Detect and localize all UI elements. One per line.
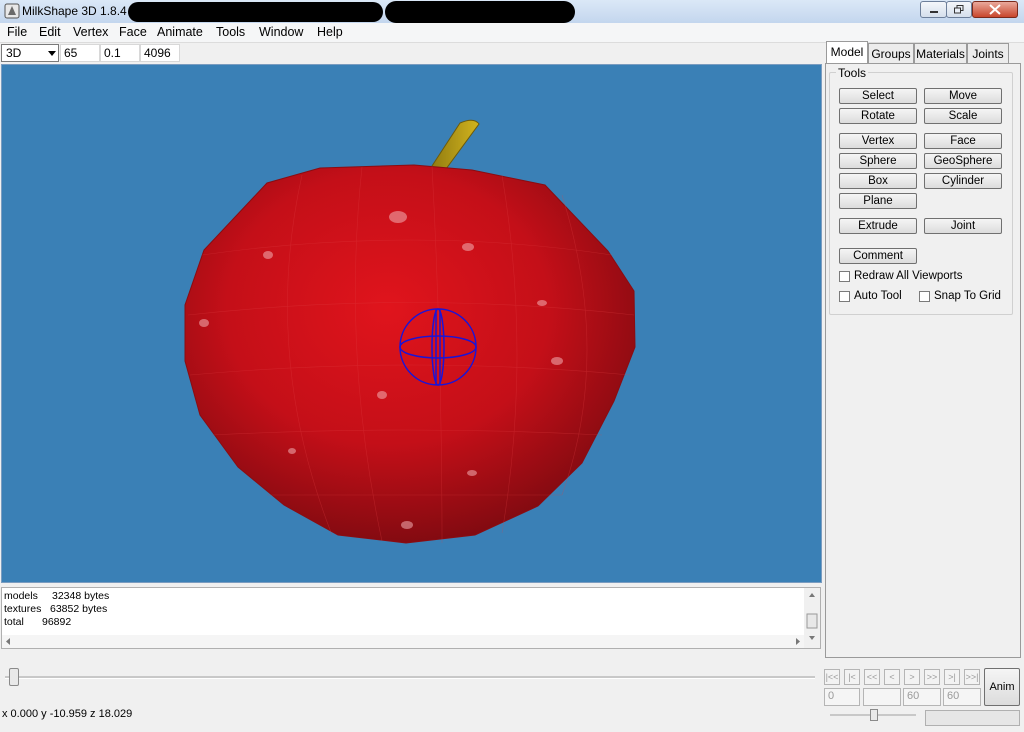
tab-model[interactable]: Model <box>826 41 868 64</box>
menu-file[interactable]: File <box>7 25 27 39</box>
toolbar-field-2[interactable]: 0.1 <box>100 44 140 62</box>
tab-groups[interactable]: Groups <box>868 43 914 63</box>
snap-to-grid-checkbox[interactable] <box>919 291 930 302</box>
tab-materials[interactable]: Materials <box>914 43 967 63</box>
current-frame-field[interactable]: 0 <box>824 688 860 706</box>
toolbar-field-3-value: 4096 <box>144 46 171 60</box>
menu-face[interactable]: Face <box>119 25 147 39</box>
close-button[interactable] <box>972 1 1018 18</box>
previous-key-button[interactable]: |< <box>844 669 860 685</box>
last-frame-button[interactable]: >>| <box>964 669 980 685</box>
log-value-models: 32348 bytes <box>52 590 110 602</box>
redraw-all-viewports-label: Redraw All Viewports <box>854 270 963 282</box>
snap-to-grid-label: Snap To Grid <box>934 290 1001 302</box>
log-vertical-scrollbar[interactable] <box>804 588 820 648</box>
apple-model-render <box>184 119 636 544</box>
view-mode-value: 3D <box>6 46 22 60</box>
move-button[interactable]: Move <box>924 88 1002 104</box>
timeline-track <box>5 676 815 679</box>
3d-viewport[interactable] <box>1 64 822 583</box>
face-button[interactable]: Face <box>924 133 1002 149</box>
menu-help[interactable]: Help <box>317 25 343 39</box>
box-button[interactable]: Box <box>839 173 917 189</box>
timeline-slider-thumb[interactable] <box>9 668 19 686</box>
info-log[interactable]: models 32348 bytes textures 63852 bytes … <box>1 587 821 649</box>
close-icon <box>989 4 1001 15</box>
redraw-all-viewports-checkbox[interactable] <box>839 271 850 282</box>
redaction-mark <box>385 1 575 23</box>
next-frame-button[interactable]: > <box>904 669 920 685</box>
menu-bar: File Edit Vertex Face Animate Tools Wind… <box>0 23 1024 43</box>
scale-button[interactable]: Scale <box>924 108 1002 124</box>
speed-slider-thumb[interactable] <box>870 709 878 721</box>
next-key-button[interactable]: >| <box>944 669 960 685</box>
chevron-down-icon <box>48 51 56 56</box>
geosphere-button[interactable]: GeoSphere <box>924 153 1002 169</box>
rewind-button[interactable]: << <box>864 669 880 685</box>
joint-button[interactable]: Joint <box>924 218 1002 234</box>
sphere-button[interactable]: Sphere <box>839 153 917 169</box>
vertex-button[interactable]: Vertex <box>839 133 917 149</box>
restore-button[interactable] <box>946 1 972 18</box>
auto-tool-label: Auto Tool <box>854 290 902 302</box>
menu-vertex[interactable]: Vertex <box>73 25 108 39</box>
window-title: MilkShape 3D 1.8.4 <box>22 4 127 18</box>
scroll-arrows-icon <box>806 593 818 640</box>
log-value-textures: 63852 bytes <box>50 603 108 615</box>
log-label-textures: textures <box>4 603 42 615</box>
toolbar-field-1-value: 65 <box>64 46 78 60</box>
log-value-total: 96892 <box>42 616 72 628</box>
toolbar-field-3[interactable]: 4096 <box>140 44 180 62</box>
coordinate-readout: x 0.000 y -10.959 z 18.029 <box>2 708 133 720</box>
minimize-icon <box>929 10 938 13</box>
view-mode-select[interactable]: 3D <box>1 44 59 62</box>
log-label-total: total <box>4 616 24 628</box>
menu-window[interactable]: Window <box>259 25 303 39</box>
auto-tool-checkbox[interactable] <box>839 291 850 302</box>
comment-button[interactable]: Comment <box>839 248 917 264</box>
frame-blank-field[interactable] <box>863 688 901 706</box>
toolbar-field-2-value: 0.1 <box>104 46 121 60</box>
first-frame-button[interactable]: |<< <box>824 669 840 685</box>
rotate-button[interactable]: Rotate <box>839 108 917 124</box>
milkshape-app-icon <box>4 3 20 19</box>
toolbar-field-1[interactable]: 65 <box>60 44 100 62</box>
previous-frame-button[interactable]: < <box>884 669 900 685</box>
extrude-button[interactable]: Extrude <box>839 218 917 234</box>
redaction-mark <box>128 2 383 22</box>
tab-joints[interactable]: Joints <box>967 43 1009 63</box>
menu-animate[interactable]: Animate <box>157 25 203 39</box>
tools-group-label: Tools <box>836 66 869 80</box>
frame-end-field[interactable]: 60 <box>943 688 981 706</box>
fast-forward-button[interactable]: >> <box>924 669 940 685</box>
menu-tools[interactable]: Tools <box>216 25 245 39</box>
log-label-models: models <box>4 590 38 602</box>
menu-edit[interactable]: Edit <box>39 25 61 39</box>
title-bar: MilkShape 3D 1.8.4 <box>0 0 1024 24</box>
cylinder-button[interactable]: Cylinder <box>924 173 1002 189</box>
restore-icon <box>954 5 964 14</box>
progress-bar <box>925 710 1020 726</box>
minimize-button[interactable] <box>920 1 947 18</box>
animation-timeline[interactable] <box>1 664 819 690</box>
scroll-left-right-icon <box>6 638 800 645</box>
frame-start-field[interactable]: 60 <box>903 688 941 706</box>
select-button[interactable]: Select <box>839 88 917 104</box>
log-horizontal-scrollbar[interactable] <box>2 635 804 648</box>
plane-button[interactable]: Plane <box>839 193 917 209</box>
anim-toggle-button[interactable]: Anim <box>984 668 1020 706</box>
